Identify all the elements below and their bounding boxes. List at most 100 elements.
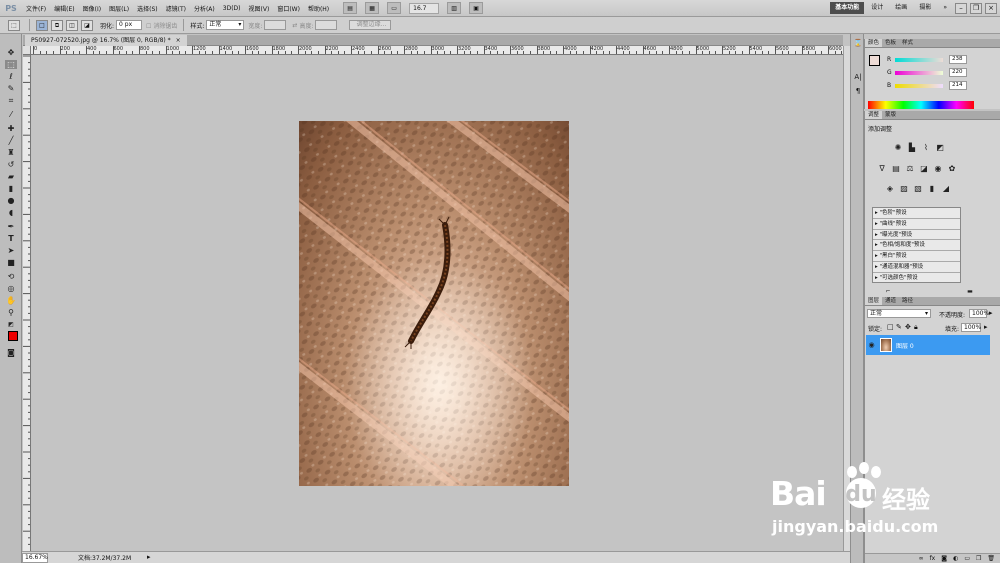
vibrance-icon[interactable]: ∇ bbox=[877, 164, 887, 174]
list-item[interactable]: ▸ "曝光度"预设 bbox=[873, 230, 960, 241]
exposure-icon[interactable]: ◩ bbox=[935, 143, 945, 153]
path-selection-icon[interactable]: ➤ bbox=[5, 246, 17, 255]
tab-paths[interactable]: 路径 bbox=[899, 297, 916, 305]
lock-image-icon[interactable]: ✎ bbox=[896, 323, 902, 331]
menu-analysis[interactable]: 分析(A) bbox=[190, 4, 219, 13]
feather-input[interactable]: 0 px bbox=[116, 20, 143, 30]
green-value-input[interactable]: 220 bbox=[949, 68, 967, 77]
healing-brush-icon[interactable]: ✚ bbox=[5, 124, 17, 133]
layer-thumbnail[interactable] bbox=[880, 338, 892, 352]
curves-icon[interactable]: ⌇ bbox=[921, 143, 931, 153]
paragraph-panel-icon[interactable]: ¶ bbox=[853, 86, 863, 96]
quick-selection-icon[interactable]: ✎ bbox=[5, 84, 17, 93]
fill-arrow-icon[interactable]: ▸ bbox=[984, 323, 988, 331]
clip-to-layer-icon[interactable]: ⌐ bbox=[883, 287, 893, 297]
brush-tool-icon[interactable]: ╱ bbox=[5, 136, 17, 145]
menu-layer[interactable]: 图层(L) bbox=[105, 4, 133, 13]
subtract-selection-icon[interactable]: ◫ bbox=[66, 19, 78, 31]
menu-help[interactable]: 帮助(H) bbox=[304, 4, 333, 13]
status-zoom-field[interactable]: 16.67% bbox=[22, 552, 48, 563]
screen-mode-icon[interactable]: ▣ bbox=[469, 2, 484, 14]
posterize-icon[interactable]: ▨ bbox=[899, 184, 909, 194]
new-adjustment-layer-icon[interactable]: ◐ bbox=[953, 554, 958, 563]
adjustments-menu-icon[interactable]: ▬ bbox=[965, 287, 975, 297]
add-mask-icon[interactable]: ◙ bbox=[941, 554, 947, 563]
menu-3d[interactable]: 3D(D) bbox=[219, 5, 245, 12]
zoom-tool-icon[interactable]: ⚲ bbox=[5, 308, 17, 317]
default-colors-icon[interactable]: ◩ bbox=[5, 320, 17, 329]
vertical-scrollbar[interactable] bbox=[843, 46, 850, 551]
pen-tool-icon[interactable]: ✒ bbox=[5, 222, 17, 231]
tab-layers[interactable]: 图层 bbox=[865, 297, 883, 305]
minimize-icon[interactable]: – bbox=[955, 2, 967, 14]
menu-file[interactable]: 文件(F) bbox=[22, 4, 50, 13]
link-layers-icon[interactable]: ∞ bbox=[919, 554, 924, 563]
delete-layer-icon[interactable]: 🗑︎ bbox=[987, 554, 995, 563]
close-tab-icon[interactable]: × bbox=[176, 37, 181, 44]
document-tab[interactable]: P50927-072520.jpg @ 16.7% (图层 0, RGB/8) … bbox=[25, 35, 187, 46]
rectangular-marquee-icon[interactable]: ⬚ bbox=[5, 60, 17, 69]
3d-rotate-icon[interactable]: ⟲ bbox=[5, 272, 17, 281]
add-selection-icon[interactable]: ⧉ bbox=[51, 19, 63, 31]
new-selection-icon[interactable]: □ bbox=[36, 19, 48, 31]
opacity-arrow-icon[interactable]: ▸ bbox=[989, 309, 993, 317]
opacity-input[interactable]: 100% bbox=[969, 309, 989, 318]
history-brush-icon[interactable]: ↺ bbox=[5, 160, 17, 169]
antialias-checkbox[interactable]: ☐ 消除锯齿 bbox=[146, 21, 177, 30]
3d-orbit-icon[interactable]: ◎ bbox=[5, 284, 17, 293]
photo-filter-icon[interactable]: ◉ bbox=[933, 164, 943, 174]
workspace-essentials[interactable]: 基本功能 bbox=[830, 2, 865, 14]
workspace-more[interactable]: » bbox=[938, 2, 952, 14]
red-value-input[interactable]: 238 bbox=[949, 55, 967, 64]
hue-saturation-icon[interactable]: ▤ bbox=[891, 164, 901, 174]
arrange-documents-icon[interactable]: ▥ bbox=[447, 2, 462, 14]
brightness-contrast-icon[interactable]: ✺ bbox=[893, 143, 903, 153]
blue-value-input[interactable]: 214 bbox=[949, 81, 967, 90]
new-group-icon[interactable]: ▭ bbox=[964, 554, 970, 563]
history-panel-icon[interactable]: ⌛ bbox=[853, 38, 863, 48]
tab-color[interactable]: 颜色 bbox=[865, 39, 883, 47]
layer-style-icon[interactable]: fx bbox=[930, 554, 936, 563]
style-select[interactable]: 正常 ▾ bbox=[206, 20, 245, 30]
levels-icon[interactable]: ▙ bbox=[907, 143, 917, 153]
list-item[interactable]: ▸ "曲线"预设 bbox=[873, 219, 960, 230]
foreground-color-swatch[interactable] bbox=[8, 331, 18, 341]
green-slider[interactable] bbox=[895, 70, 943, 75]
close-icon[interactable]: × bbox=[985, 2, 997, 14]
type-tool-icon[interactable]: T bbox=[5, 234, 17, 243]
menu-view[interactable]: 视图(V) bbox=[245, 4, 274, 13]
blue-slider-row[interactable]: B 214 bbox=[887, 81, 967, 90]
document-image[interactable] bbox=[299, 121, 569, 486]
gradient-tool-icon[interactable]: ▮ bbox=[5, 184, 17, 193]
list-item[interactable]: ▸ "色阶"预设 bbox=[873, 208, 960, 219]
move-tool-icon[interactable]: ✥ bbox=[5, 48, 17, 57]
blue-slider[interactable] bbox=[895, 83, 943, 88]
red-slider[interactable] bbox=[895, 57, 943, 62]
quick-mask-icon[interactable]: ◙ bbox=[5, 348, 17, 357]
workspace-photography[interactable]: 摄影 bbox=[914, 2, 936, 14]
swap-dimensions-icon[interactable]: ⇄ bbox=[292, 22, 297, 29]
horizontal-ruler[interactable]: 0 200 400 600 800 1000 1200 1400 1600 1800 2000 220… bbox=[31, 46, 843, 55]
workspace-painting[interactable]: 绘画 bbox=[890, 2, 912, 14]
tab-masks[interactable]: 蒙版 bbox=[882, 111, 899, 119]
status-menu-arrow-icon[interactable]: ▸ bbox=[147, 553, 151, 561]
list-item[interactable]: ▸ "可选颜色"预设 bbox=[873, 273, 960, 284]
zoom-level-field[interactable]: 16.7 bbox=[409, 2, 440, 14]
invert-icon[interactable]: ◈ bbox=[885, 184, 895, 194]
menu-filter[interactable]: 滤镜(T) bbox=[162, 4, 190, 13]
list-item[interactable]: ▸ "通道混和器"预设 bbox=[873, 262, 960, 273]
clone-stamp-icon[interactable]: ♜ bbox=[5, 148, 17, 157]
new-layer-icon[interactable]: ❐ bbox=[976, 554, 981, 563]
vertical-ruler[interactable] bbox=[23, 46, 31, 551]
red-slider-row[interactable]: R 238 bbox=[887, 55, 967, 64]
character-panel-icon[interactable]: A| bbox=[853, 72, 863, 82]
width-input[interactable] bbox=[264, 20, 287, 30]
eraser-tool-icon[interactable]: ▰ bbox=[5, 172, 17, 181]
layer-visibility-eye-icon[interactable]: ◉ bbox=[867, 341, 876, 349]
layer-row[interactable]: ◉ 图层 0 bbox=[866, 335, 990, 355]
intersect-selection-icon[interactable]: ◪ bbox=[81, 19, 93, 31]
bridge-icon[interactable]: ▤ bbox=[343, 2, 358, 14]
lock-position-icon[interactable]: ✥ bbox=[905, 323, 911, 331]
minibridge-icon[interactable]: ▦ bbox=[365, 2, 380, 14]
dodge-tool-icon[interactable]: ◖ bbox=[5, 208, 17, 217]
